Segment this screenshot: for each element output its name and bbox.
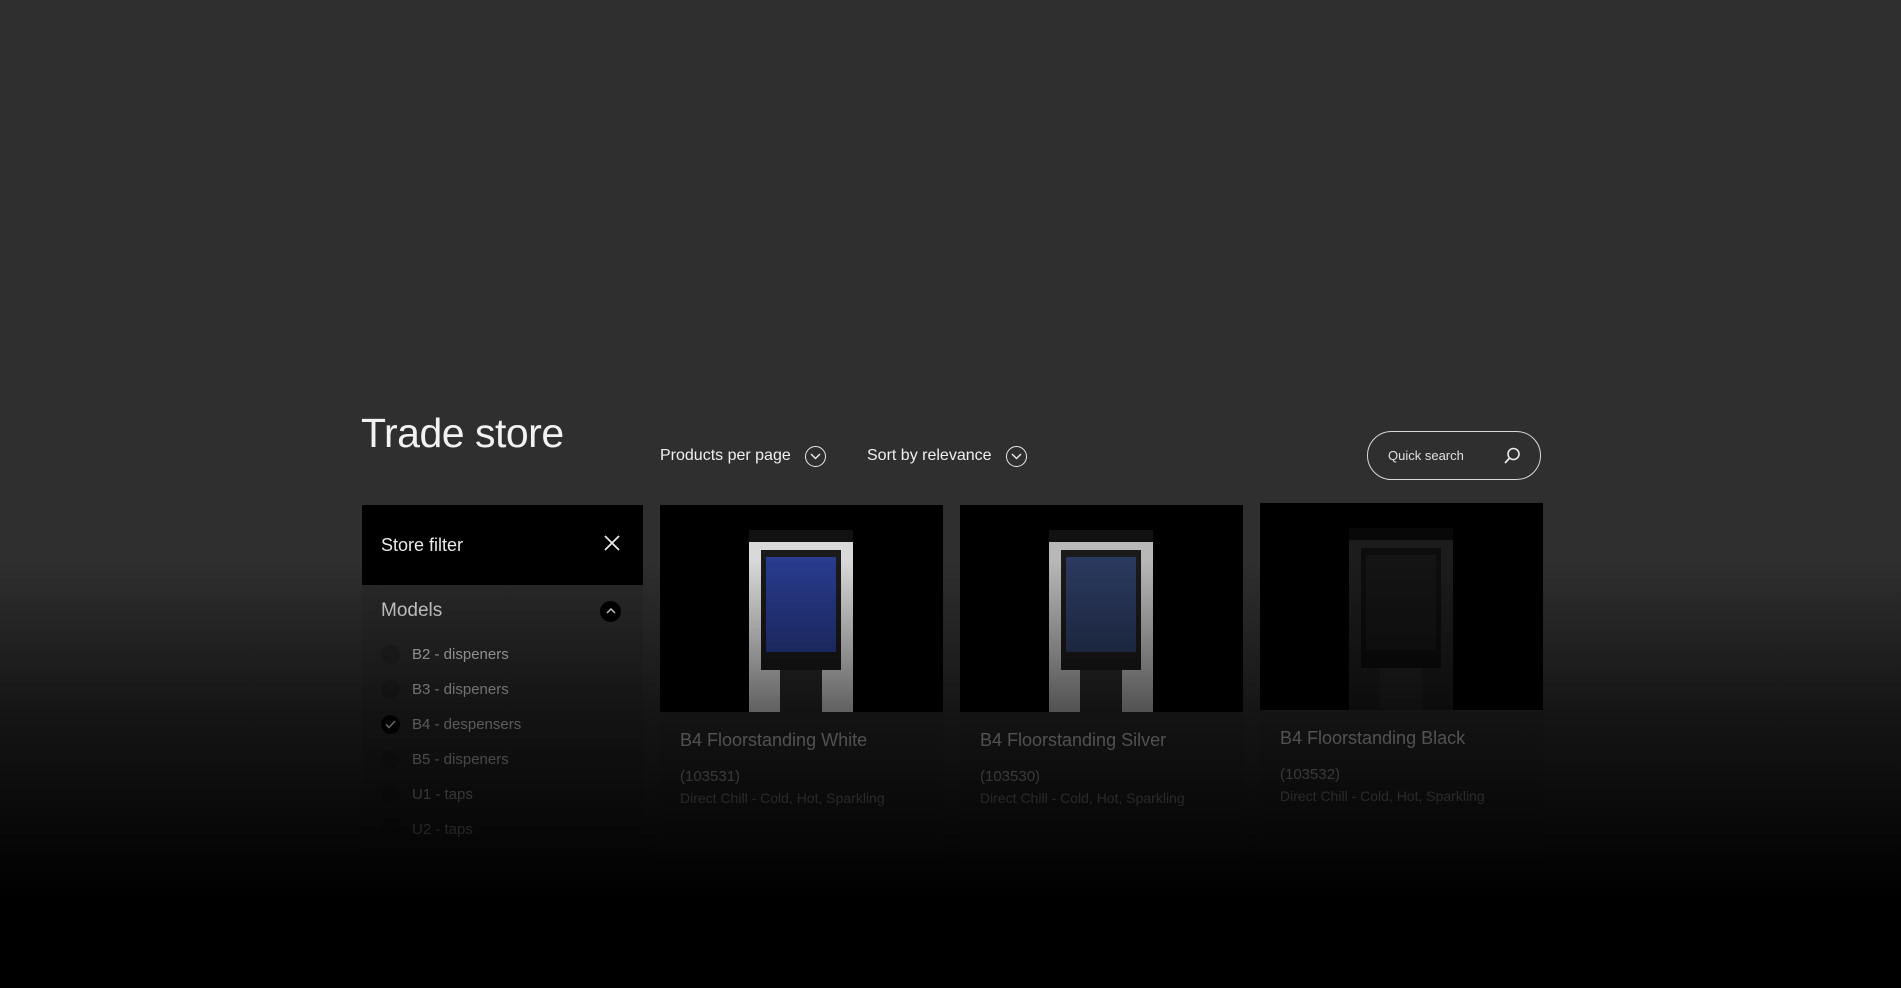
close-icon[interactable] xyxy=(603,534,621,557)
filter-option-label: U1 - taps xyxy=(412,786,473,803)
sort-label: Sort by relevance xyxy=(867,447,992,464)
store-filter-title: Store filter xyxy=(381,534,464,555)
divider xyxy=(660,850,943,851)
models-section-header[interactable]: Models xyxy=(362,585,643,637)
overlay-gradient xyxy=(0,560,1901,988)
product-description: Direct Chill - Cold, Hot, Sparkling xyxy=(1280,788,1485,804)
chevron-down-icon xyxy=(1005,445,1027,467)
page-title: Trade store xyxy=(361,410,564,456)
models-title: Models xyxy=(381,600,443,621)
product-name[interactable]: B4 Floorstanding Black xyxy=(1280,728,1465,749)
filter-option-u2[interactable]: U2 - taps xyxy=(362,812,643,847)
filter-option-label: B5 - dispeners xyxy=(412,751,509,768)
product-code: (103531) xyxy=(680,768,741,785)
divider xyxy=(1260,848,1543,849)
filter-option-label: B2 - dispeners xyxy=(412,646,509,663)
products-per-page-label: Products per page xyxy=(660,447,791,464)
filter-option-b4[interactable]: B4 - despensers xyxy=(362,707,643,742)
product-description: Direct Chill - Cold, Hot, Sparkling xyxy=(680,790,885,806)
quick-search[interactable] xyxy=(1367,431,1541,480)
filter-option-b3[interactable]: B3 - dispeners xyxy=(362,672,643,707)
product-card[interactable]: B4 Floorstanding Silver (103530) Direct … xyxy=(960,505,1243,925)
filter-option-label: U2 - taps xyxy=(412,821,473,838)
product-code: (103532) xyxy=(1280,766,1341,783)
filter-option-b5[interactable]: B5 - dispeners xyxy=(362,742,643,777)
product-description: Direct Chill - Cold, Hot, Sparkling xyxy=(980,790,1185,806)
product-card[interactable]: B4 Floorstanding Black (103532) Direct C… xyxy=(1260,503,1543,923)
product-name[interactable]: B4 Floorstanding Silver xyxy=(980,730,1166,751)
product-name[interactable]: B4 Floorstanding White xyxy=(680,730,867,751)
store-filter-header: Store filter xyxy=(362,505,643,585)
chevron-down-icon xyxy=(804,445,826,467)
radio-button[interactable] xyxy=(381,750,400,769)
sort-dropdown[interactable]: Sort by relevance xyxy=(867,445,1027,467)
checkmark-icon[interactable] xyxy=(381,715,400,734)
product-code: (103530) xyxy=(980,768,1041,785)
chevron-up-icon[interactable] xyxy=(600,600,621,622)
radio-button[interactable] xyxy=(381,820,400,839)
filter-option-label: B4 - despensers xyxy=(412,716,522,733)
radio-button[interactable] xyxy=(381,645,400,664)
radio-button[interactable] xyxy=(381,785,400,804)
filter-option-u1[interactable]: U1 - taps xyxy=(362,777,643,812)
product-image[interactable] xyxy=(1260,503,1543,710)
radio-button[interactable] xyxy=(381,680,400,699)
store-filter-panel: Store filter Models B2 - dispeners B3 - … xyxy=(362,505,643,865)
product-card[interactable]: B4 Floorstanding White (103531) Direct C… xyxy=(660,505,943,925)
product-image[interactable] xyxy=(660,505,943,712)
search-input[interactable] xyxy=(1388,448,1498,463)
divider xyxy=(960,850,1243,851)
product-image[interactable] xyxy=(960,505,1243,712)
products-per-page-dropdown[interactable]: Products per page xyxy=(660,445,826,467)
filter-option-b2[interactable]: B2 - dispeners xyxy=(362,637,643,672)
filter-option-label: B3 - dispeners xyxy=(412,681,509,698)
search-icon[interactable] xyxy=(1502,446,1522,471)
